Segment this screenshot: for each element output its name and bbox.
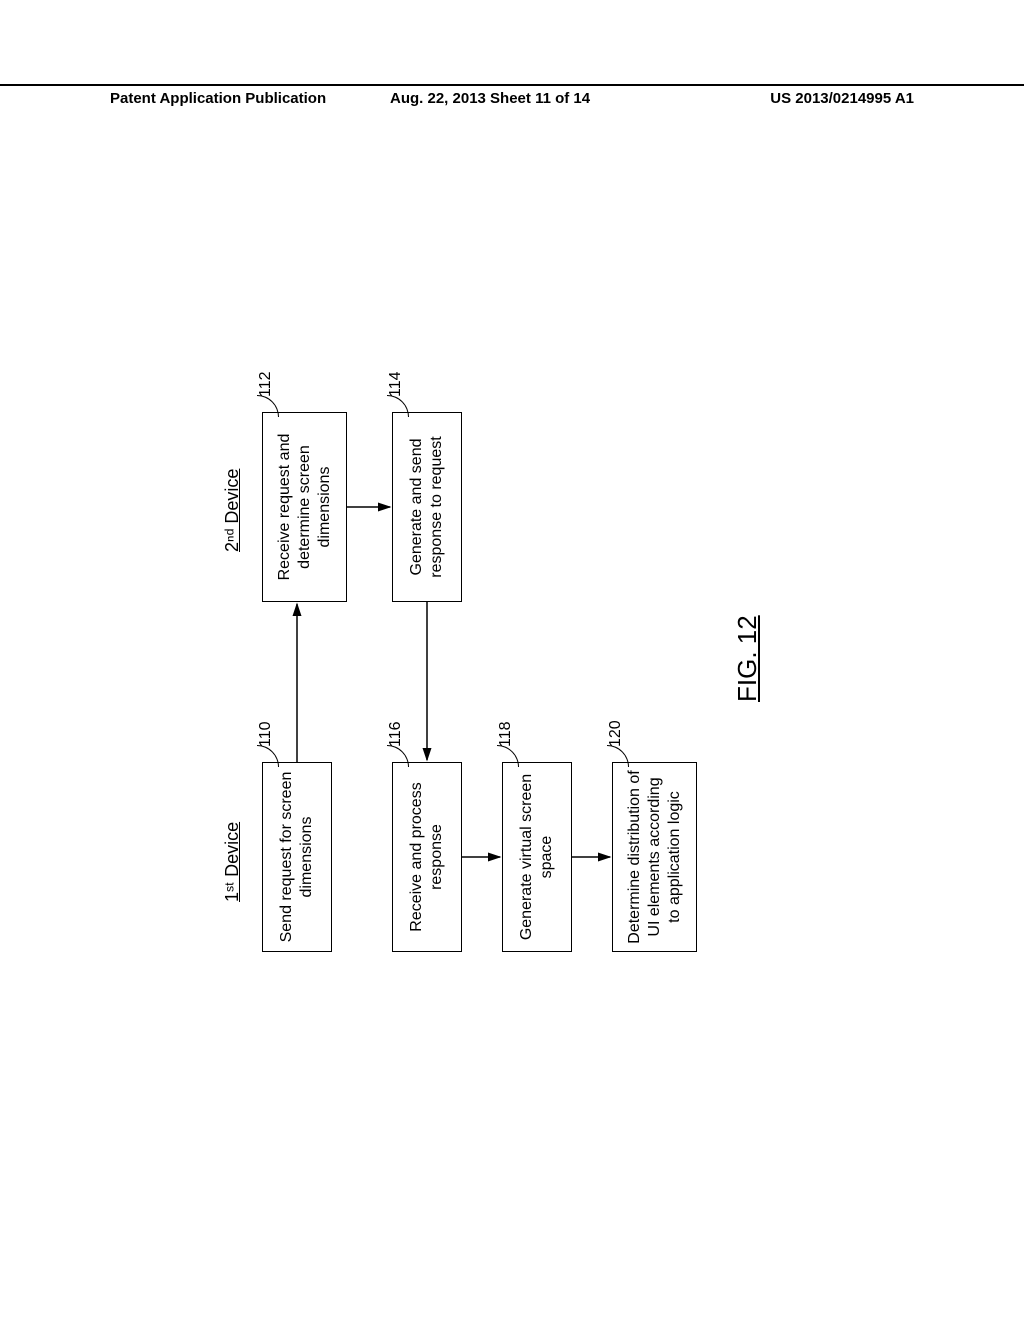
page-header: Patent Application Publication Aug. 22, …	[0, 84, 1024, 90]
header-right: US 2013/0214995 A1	[770, 90, 914, 107]
flow-arrows	[0, 148, 1024, 1172]
flowchart-diagram: 1ˢᵗ Device 2ⁿᵈ Device Send request for s…	[0, 148, 1024, 1172]
header-left: Patent Application Publication	[110, 90, 326, 107]
header-mid: Aug. 22, 2013 Sheet 11 of 14	[390, 90, 590, 107]
